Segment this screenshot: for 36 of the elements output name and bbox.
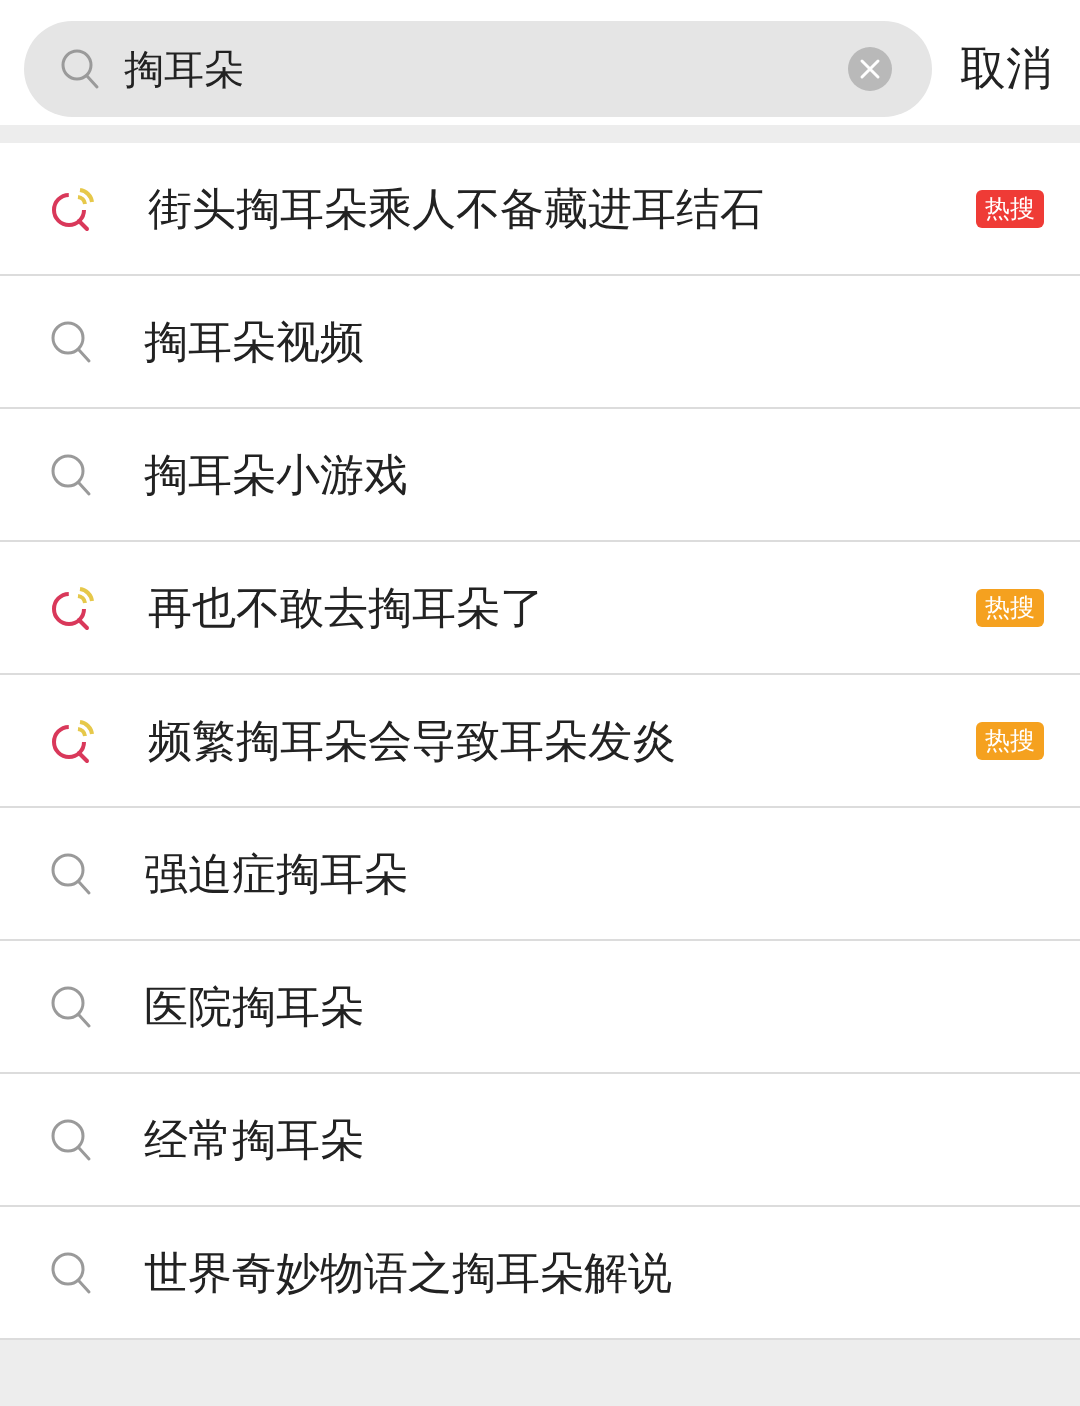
cancel-button[interactable]: 取消: [960, 34, 1052, 103]
search-icon: [60, 47, 100, 90]
hot-tag: 热搜: [976, 588, 1044, 627]
suggestion-text: 世界奇妙物语之掏耳朵解说: [144, 1245, 673, 1300]
suggestion-text: 经常掏耳朵: [144, 1112, 365, 1167]
clear-button[interactable]: [848, 46, 892, 91]
suggestion-text: 掏耳朵小游戏: [144, 447, 409, 502]
suggestion-row[interactable]: 医院掏耳朵: [0, 941, 1080, 1074]
search-icon: [50, 851, 92, 896]
search-icon: [50, 1250, 92, 1295]
suggestion-text: 强迫症掏耳朵: [144, 846, 409, 901]
suggestion-row[interactable]: 再也不敢去掏耳朵了 热搜: [0, 542, 1080, 675]
search-icon: [50, 452, 92, 497]
suggestion-text: 掏耳朵视频: [144, 314, 365, 369]
suggestion-row[interactable]: 街头掏耳朵乘人不备藏进耳结石 热搜: [0, 143, 1080, 276]
hot-search-icon: [50, 717, 96, 764]
search-icon: [50, 984, 92, 1029]
search-field[interactable]: 掏耳朵: [24, 20, 932, 117]
suggestion-text: 街头掏耳朵乘人不备藏进耳结石: [148, 181, 765, 236]
suggestion-text: 医院掏耳朵: [144, 979, 365, 1034]
search-icon: [50, 319, 92, 364]
suggestion-row[interactable]: 经常掏耳朵: [0, 1074, 1080, 1207]
hot-tag: 热搜: [976, 189, 1044, 228]
hot-tag: 热搜: [976, 721, 1044, 760]
hot-search-icon: [50, 584, 96, 631]
search-input[interactable]: 掏耳朵: [124, 38, 848, 99]
hot-search-icon: [50, 185, 96, 232]
close-icon: [859, 57, 881, 80]
suggestion-row[interactable]: 强迫症掏耳朵: [0, 808, 1080, 941]
suggestion-text: 频繁掏耳朵会导致耳朵发炎: [148, 713, 677, 768]
suggestion-row[interactable]: 掏耳朵视频: [0, 276, 1080, 409]
suggestion-row[interactable]: 频繁掏耳朵会导致耳朵发炎 热搜: [0, 675, 1080, 808]
suggestion-row[interactable]: 世界奇妙物语之掏耳朵解说: [0, 1207, 1080, 1340]
suggestion-row[interactable]: 掏耳朵小游戏: [0, 409, 1080, 542]
search-icon: [50, 1117, 92, 1162]
suggestion-text: 再也不敢去掏耳朵了: [148, 580, 545, 635]
